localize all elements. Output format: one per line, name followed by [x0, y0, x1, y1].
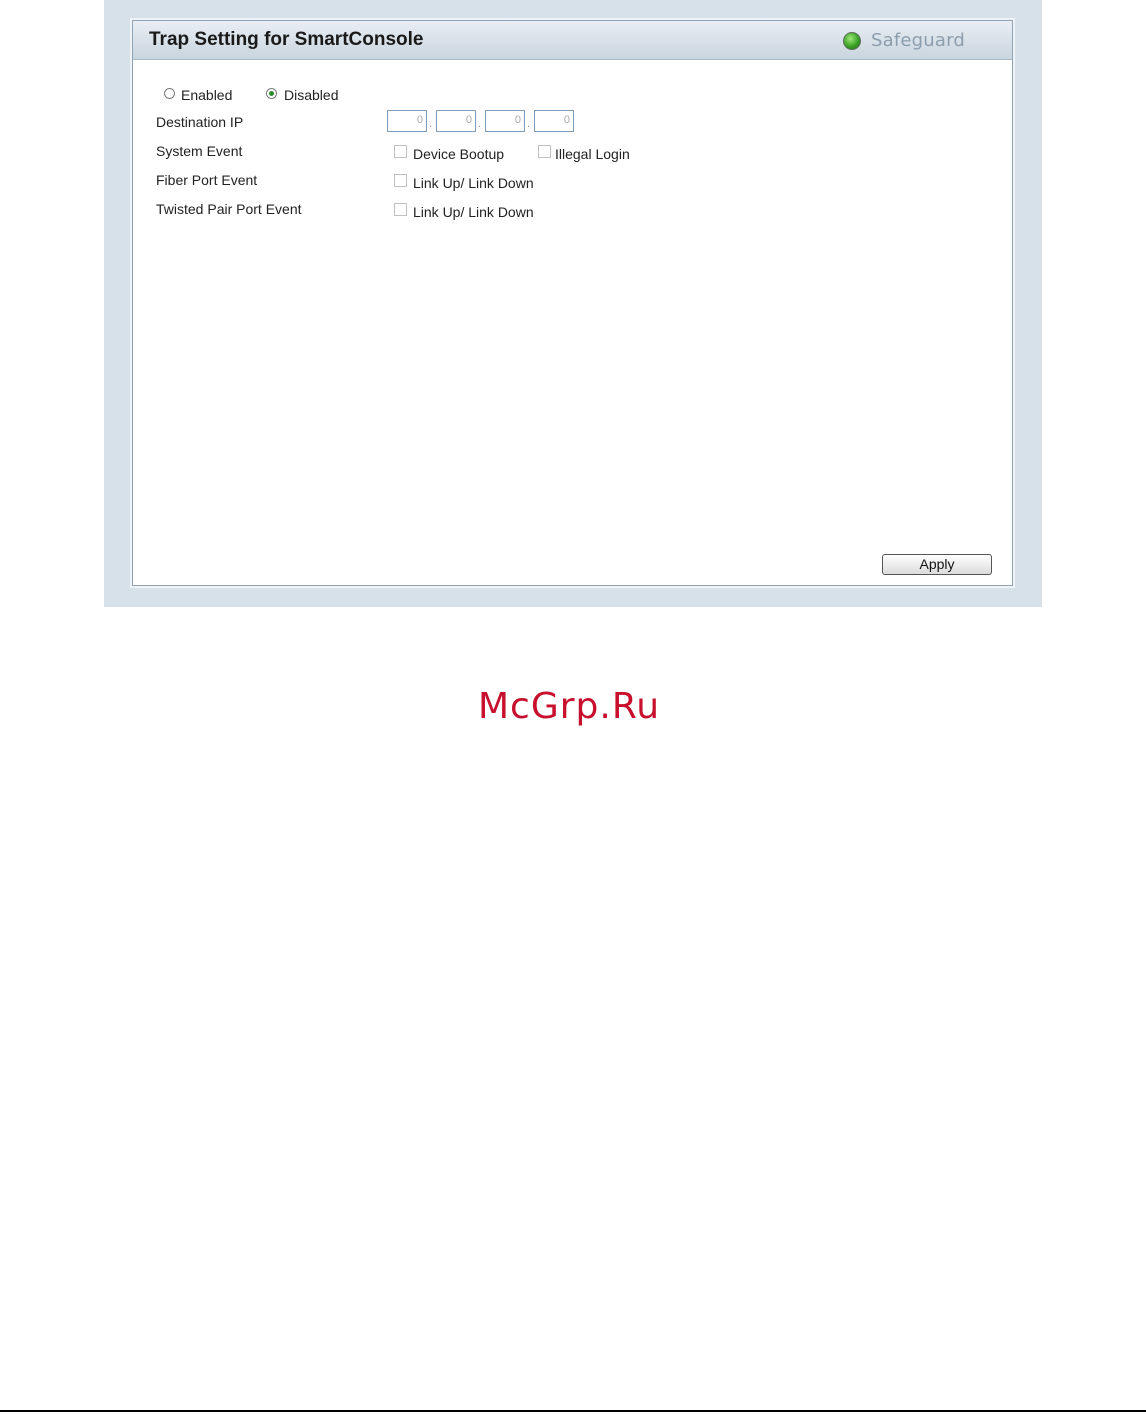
panel-titlebar: Trap Setting for SmartConsole Safeguard — [133, 21, 1012, 60]
radio-selected-dot — [269, 91, 274, 96]
device-bootup-label: Device Bootup — [413, 146, 505, 162]
illegal-login-label: Illegal Login — [555, 146, 630, 162]
disabled-radio-label: Disabled — [284, 87, 339, 103]
fiber-link-updown-label: Link Up/ Link Down — [413, 175, 534, 191]
page-title: Trap Setting for SmartConsole — [149, 29, 424, 50]
device-bootup-checkbox[interactable] — [394, 145, 407, 158]
enabled-radio-label: Enabled — [181, 87, 233, 103]
ip-separator: . — [527, 118, 531, 130]
enabled-radio[interactable] — [164, 88, 175, 99]
ip-octet-4-input[interactable]: 0 — [534, 110, 574, 132]
illegal-login-checkbox[interactable] — [538, 145, 551, 158]
twisted-link-updown-label: Link Up/ Link Down — [413, 204, 534, 220]
settings-frame: Trap Setting for SmartConsole Safeguard … — [104, 0, 1042, 607]
twisted-pair-event-label: Twisted Pair Port Event — [156, 201, 302, 217]
ip-octet-2-input[interactable]: 0 — [436, 110, 476, 132]
disabled-radio[interactable] — [266, 88, 277, 99]
ip-octet-3-input[interactable]: 0 — [485, 110, 525, 132]
trap-setting-panel: Trap Setting for SmartConsole Safeguard … — [132, 20, 1013, 586]
safeguard-status-icon — [843, 32, 861, 50]
system-event-label: System Event — [156, 143, 243, 159]
ip-octet-1-input[interactable]: 0 — [387, 110, 427, 132]
watermark-text: McGrp.Ru — [478, 686, 661, 727]
fiber-link-updown-checkbox[interactable] — [394, 174, 407, 187]
destination-ip-label: Destination IP — [156, 114, 244, 130]
safeguard-label: Safeguard — [871, 30, 966, 51]
twisted-link-updown-checkbox[interactable] — [394, 203, 407, 216]
ip-separator: . — [429, 118, 433, 130]
apply-button[interactable]: Apply — [882, 554, 992, 575]
ip-separator: . — [478, 118, 482, 130]
footer-divider — [0, 1410, 1146, 1412]
fiber-port-event-label: Fiber Port Event — [156, 172, 258, 188]
